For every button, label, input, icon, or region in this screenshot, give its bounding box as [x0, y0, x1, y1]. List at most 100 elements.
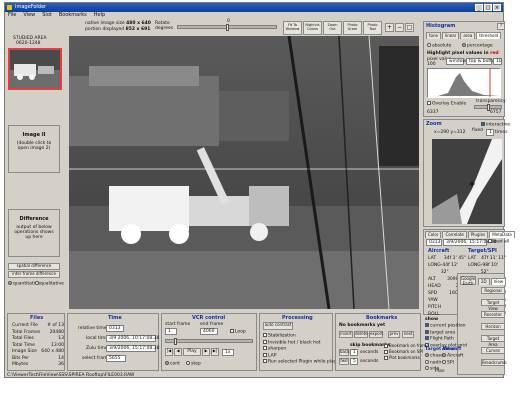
histogram-title: Histogram: [426, 23, 456, 29]
studied-area-sub: 0620-1248: [16, 41, 41, 46]
minimize-button[interactable]: _: [475, 4, 483, 11]
menu-file[interactable]: File: [8, 12, 16, 19]
tab-area[interactable]: area: [460, 32, 476, 39]
image1-thumbnail[interactable]: [8, 48, 62, 90]
step-back-button[interactable]: ◀: [174, 348, 182, 356]
tab-linear[interactable]: linear: [442, 32, 460, 39]
end-frame-input[interactable]: 4060: [200, 328, 218, 335]
skip-back-value[interactable]: 1: [350, 349, 358, 356]
highlight-text: Highlight pixel values in: [427, 51, 489, 56]
step-forward-button[interactable]: ▶: [202, 348, 210, 356]
maximize-button[interactable]: □: [484, 4, 492, 11]
google-earth-button[interactable]: Google Earth: [460, 276, 476, 286]
transparency-slider[interactable]: [474, 104, 502, 111]
select-frame-input[interactable]: 5655: [106, 355, 126, 362]
end-frame-label: end frame: [200, 322, 224, 327]
histogram-help-button[interactable]: ?: [497, 23, 505, 30]
play-button[interactable]: Play: [183, 348, 201, 356]
tab-threshold[interactable]: threshold: [476, 32, 502, 39]
tab-tone[interactable]: tone: [426, 32, 442, 39]
view-button-target-area[interactable]: Target Area: [481, 335, 505, 347]
zoom-title: Zoom: [426, 121, 442, 127]
delete-bookmark-button[interactable]: delete: [354, 331, 368, 338]
processing-panel: Processing auto contrast Stabilization In…: [259, 313, 343, 371]
zoom-image: [432, 139, 502, 224]
skip-fwd-value[interactable]: 5: [350, 358, 358, 365]
fwd-button[interactable]: fwd: [339, 358, 349, 365]
view-button-regional[interactable]: Regional: [481, 287, 505, 294]
zoom-out-button[interactable]: Zoom Out: [323, 21, 342, 35]
show-label: show: [425, 317, 439, 322]
auto-contrast-button[interactable]: auto contrast: [263, 322, 293, 330]
processing-title: Processing: [282, 315, 313, 321]
difference-card: Difference output of below operations sh…: [8, 209, 60, 257]
aircraft-option-item[interactable]: SPI: [442, 359, 463, 367]
start-frame-input[interactable]: 1: [165, 328, 177, 335]
insert-bookmark-button[interactable]: insert: [339, 331, 353, 338]
fixed-value[interactable]: 1: [486, 129, 494, 136]
thermal-image-view[interactable]: [69, 36, 419, 309]
spatial-difference-button[interactable]: spatial difference: [8, 263, 60, 270]
bookmark-option-item[interactable]: Plot bookmarks: [384, 355, 429, 361]
show-label: Flight Path: [430, 336, 454, 342]
photo-gram-button[interactable]: Photo Gram: [343, 21, 362, 35]
interframe-difference-button[interactable]: inter frame difference: [8, 271, 60, 278]
rewind-button[interactable]: |◀: [165, 348, 173, 356]
view-button-target-view[interactable]: Target View: [481, 299, 505, 311]
back-button[interactable]: back: [339, 349, 350, 356]
zoom-out-icon[interactable]: −: [395, 23, 404, 32]
tab-plugins[interactable]: Plugins: [467, 231, 489, 238]
loop-checkbox[interactable]: Loop: [230, 329, 246, 335]
view-button-curves[interactable]: Curves: [481, 347, 505, 354]
percentage-radio[interactable]: percentage: [462, 43, 493, 49]
menu-slot[interactable]: Slot: [42, 12, 52, 19]
cont-radio[interactable]: cont: [165, 361, 180, 367]
zoom-fit-icon[interactable]: □: [405, 23, 414, 32]
fit-window-button[interactable]: Fit To Window: [283, 21, 302, 35]
menu-bookmarks[interactable]: Bookmarks: [59, 12, 87, 19]
top-bottom-value[interactable]: 10: [493, 58, 502, 65]
close-button[interactable]: ×: [493, 4, 501, 11]
bookmark-option-label: Bookmark on SPI: [389, 349, 423, 354]
rotate-unit: degrees: [155, 26, 174, 31]
view-button-horizon[interactable]: Horizon: [481, 323, 505, 330]
step-radio[interactable]: step: [186, 361, 201, 367]
load-all-checkbox[interactable]: load all: [488, 239, 509, 245]
frame-slider[interactable]: [165, 338, 253, 345]
tab-2d[interactable]: 2D: [478, 278, 490, 285]
aircraft-view-label: Aircraft: [442, 347, 462, 352]
speed-field[interactable]: 1x: [222, 349, 234, 356]
processing-options: Stabilization Invisible hot / black hot sh…: [263, 333, 320, 359]
main-window: ImageFolder _ □ × File View Slot Bookmar…: [4, 2, 515, 378]
view-button-breadcrumb[interactable]: Breadcrumb: [481, 359, 507, 366]
zoom-view[interactable]: [432, 139, 502, 224]
window-select[interactable]: window ▾: [446, 58, 470, 65]
radio-qualitative[interactable]: qualitative: [35, 281, 64, 287]
image2-card[interactable]: Image II (double click to open image 2): [8, 125, 60, 173]
zoom-in-icon[interactable]: +: [385, 23, 394, 32]
export-bookmark-button[interactable]: export: [369, 331, 383, 338]
photo-tool-button[interactable]: Photo Tool: [363, 21, 382, 35]
tab-color[interactable]: Color: [425, 231, 442, 238]
view-button-recenter[interactable]: Recenter: [481, 311, 505, 318]
image2-title: Image II: [22, 132, 46, 138]
menu-help[interactable]: Help: [94, 12, 105, 19]
nightvis-button[interactable]: Nightvis Colors: [303, 21, 322, 35]
prev-bookmark-button[interactable]: prev: [388, 331, 400, 338]
bookmarks-title: Bookmarks: [366, 315, 398, 321]
tab-metadata[interactable]: MetaData: [489, 231, 515, 238]
show-item[interactable]: current position: [425, 323, 467, 330]
menu-view[interactable]: View: [23, 12, 35, 19]
tab-view[interactable]: View: [490, 278, 507, 285]
next-bookmark-button[interactable]: next: [402, 331, 414, 338]
interactive-checkbox[interactable]: interactive: [481, 122, 510, 128]
forward-end-button[interactable]: ▶|: [211, 348, 219, 356]
aircraft-option-item[interactable]: Aircraft: [442, 353, 463, 360]
overlay-enable-checkbox[interactable]: Overlay Enable: [427, 101, 466, 107]
percentage-label: percentage: [467, 43, 493, 49]
tab-correlate[interactable]: Correlate: [442, 231, 467, 238]
rotate-slider[interactable]: [177, 24, 277, 31]
absolute-radio[interactable]: absolute: [427, 43, 451, 49]
top-bottom-select[interactable]: top & bottom: [466, 58, 499, 65]
run-plugin-checkbox[interactable]: Run selected Plugin while playing: [263, 359, 343, 365]
